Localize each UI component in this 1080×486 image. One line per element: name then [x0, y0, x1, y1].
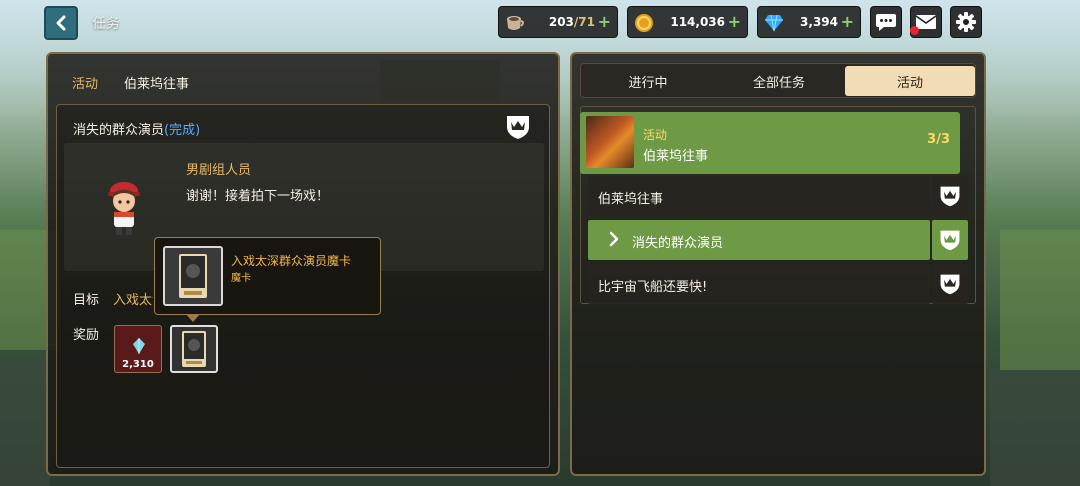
chat-button[interactable] [870, 6, 902, 38]
quest-list-item[interactable]: 伯莱坞往事 [588, 176, 930, 216]
chevron-right-icon [609, 231, 619, 247]
quest-tabs: 进行中 全部任务 活动 [580, 63, 976, 98]
quest-item-label: 比宇宙飞船还要快! [598, 280, 708, 295]
npc-name: 男剧组人员 [186, 163, 252, 178]
quest-list-item[interactable]: 比宇宙飞船还要快! [588, 264, 930, 304]
gem-value: 3,394 [800, 15, 838, 29]
reward-label: 奖励 [73, 328, 100, 343]
gear-icon [956, 12, 976, 32]
tooltip-subtitle: 魔卡 [231, 273, 251, 284]
stamina-max: /71 [573, 15, 595, 29]
quest-status: (完成) [164, 123, 201, 138]
gem-counter: 3,394 + [757, 6, 861, 38]
add-gold-button[interactable]: + [728, 13, 741, 31]
diamond-icon [764, 13, 784, 33]
chat-bubble-icon [876, 14, 896, 31]
crown-emblem-icon [503, 113, 533, 141]
reward-card-item[interactable] [170, 325, 218, 373]
quest-item-label: 伯莱坞往事 [598, 192, 664, 207]
tab-in-progress[interactable]: 进行中 [583, 66, 713, 96]
event-thumbnail [586, 116, 634, 168]
npc-dialogue: 谢谢！接着拍下一场戏！ [186, 189, 330, 204]
tooltip-arrow [186, 314, 200, 322]
event-category: 活动 [643, 128, 668, 142]
quest-name: 消失的群众演员(完成) [73, 123, 201, 138]
add-stamina-button[interactable]: + [598, 13, 611, 31]
event-name: 伯莱坞往事 [643, 149, 709, 164]
goal-label: 目标 [73, 293, 100, 308]
stamina-value: 203 [548, 15, 574, 29]
gold-coin-icon [634, 13, 654, 33]
breadcrumb-title: 伯莱坞往事 [124, 77, 190, 92]
mail-notification-dot [910, 26, 919, 35]
tab-events[interactable]: 活动 [845, 66, 975, 96]
goal-value: 入戏太深 [113, 293, 153, 308]
magic-card-icon [182, 331, 206, 367]
back-button[interactable] [44, 6, 78, 40]
magic-card-icon [179, 254, 207, 298]
tooltip-card-thumbnail [163, 246, 223, 306]
add-gem-button[interactable]: + [841, 13, 854, 31]
reward-gem-amount: 2,310 [122, 359, 154, 370]
crown-emblem-icon [932, 264, 968, 304]
settings-button[interactable] [950, 6, 982, 38]
page-title: 任务 [92, 16, 120, 32]
event-group-header[interactable]: 活动 伯莱坞往事 3/3 [580, 112, 960, 174]
crown-emblem-icon [932, 176, 968, 216]
quest-list-panel: 进行中 全部任务 活动 活动 伯莱坞往事 3/3 伯莱坞往事 消失的群众演员 比… [570, 52, 986, 476]
chevron-left-icon [56, 15, 66, 31]
diamond-icon [133, 338, 145, 354]
event-progress: 3/3 [927, 132, 950, 147]
reward-gem-item[interactable]: 2,310 [114, 325, 162, 373]
item-tooltip: 入戏太深群众演员魔卡 魔卡 [154, 237, 381, 315]
breadcrumb-category: 活动 [72, 77, 99, 92]
gold-value: 114,036 [670, 15, 725, 29]
coffee-cup-icon [505, 13, 525, 33]
stamina-counter: 203/71 + [498, 6, 618, 38]
tooltip-title: 入戏太深群众演员魔卡 [231, 254, 352, 268]
crown-emblem-icon [932, 220, 968, 260]
quest-list-item-selected[interactable]: 消失的群众演员 [588, 220, 930, 260]
gold-counter: 114,036 + [627, 6, 748, 38]
npc-portrait [100, 179, 148, 237]
tab-all-quests[interactable]: 全部任务 [714, 66, 844, 96]
quest-item-label: 消失的群众演员 [632, 236, 724, 251]
